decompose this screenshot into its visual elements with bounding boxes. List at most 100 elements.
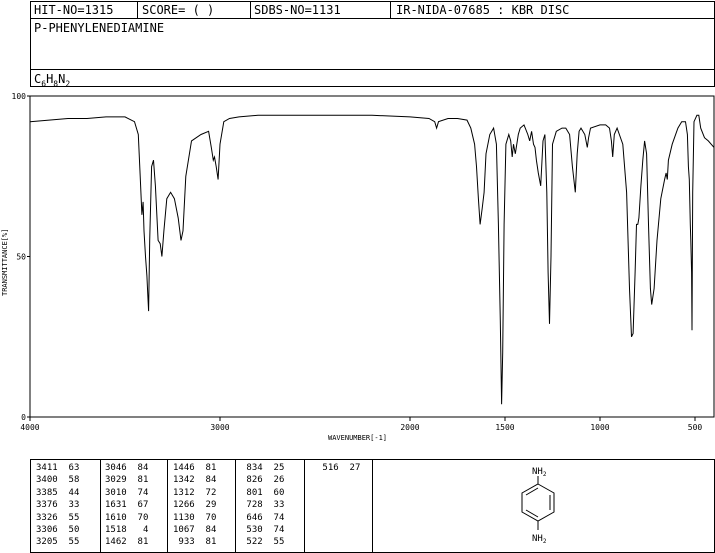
peak-entry: 3306 50 [36, 524, 79, 536]
peak-transmittance: 74 [126, 487, 149, 498]
peak-entry: 1266 29 [173, 499, 216, 511]
table-divider [167, 459, 168, 553]
peak-transmittance: 84 [194, 525, 217, 535]
peak-transmittance: 26 [262, 475, 285, 486]
peak-entry: 530 74 [241, 524, 284, 536]
peak-entry: 826 26 [241, 474, 284, 486]
peak-wavenumber: 933 [173, 537, 195, 548]
peak-transmittance: 63 [57, 463, 80, 473]
peak-wavenumber: 3046 [105, 463, 127, 473]
peak-entry: 801 60 [241, 487, 284, 499]
peak-entry: 3400 58 [36, 474, 79, 486]
peak-transmittance: 27 [338, 463, 361, 473]
peak-wavenumber: 3376 [36, 500, 58, 511]
peak-wavenumber: 3400 [36, 475, 58, 486]
peak-transmittance: 55 [57, 537, 80, 548]
peak-entry: 3385 44 [36, 487, 79, 499]
table-divider [304, 459, 305, 553]
peak-wavenumber: 1631 [105, 500, 127, 511]
peak-transmittance: 33 [262, 500, 285, 511]
peak-transmittance: 74 [262, 525, 285, 535]
peak-wavenumber: 1610 [105, 512, 127, 523]
peak-wavenumber: 1067 [173, 525, 195, 535]
peak-entry: 933 81 [173, 536, 216, 548]
peak-entry: 516 27 [317, 462, 360, 474]
peak-transmittance: 81 [194, 537, 217, 548]
peak-wavenumber: 3010 [105, 487, 127, 498]
peak-entry: 1312 72 [173, 487, 216, 499]
peak-entry: 3411 63 [36, 462, 79, 474]
peak-transmittance: 33 [57, 500, 80, 511]
peak-transmittance: 72 [194, 487, 217, 498]
peak-entry: 1462 81 [105, 536, 148, 548]
x-tick-label: 2000 [400, 423, 419, 432]
peak-wavenumber: 3411 [36, 463, 58, 473]
peak-transmittance: 84 [126, 463, 149, 473]
peak-wavenumber: 834 [241, 463, 263, 473]
table-divider [235, 459, 236, 553]
ir-spectrum-chart: 4000 3000 2000 1500 1000 500 0 50 100 WAVENUMBER… [1, 92, 715, 442]
peak-wavenumber: 530 [241, 525, 263, 535]
peak-transmittance: 58 [57, 475, 80, 486]
peak-wavenumber: 1266 [173, 500, 195, 511]
peak-wavenumber: 1518 [105, 525, 127, 535]
x-tick-label: 500 [688, 423, 703, 432]
peak-entry: 3205 55 [36, 536, 79, 548]
x-tick-label: 1500 [495, 423, 514, 432]
peak-wavenumber: 3205 [36, 537, 58, 548]
table-divider [372, 459, 373, 553]
table-divider [100, 459, 101, 553]
peak-transmittance: 81 [126, 475, 149, 486]
x-tick-label: 4000 [20, 423, 39, 432]
peak-entry: 728 33 [241, 499, 284, 511]
peak-entry: 834 25 [241, 462, 284, 474]
x-tick-label: 1000 [590, 423, 609, 432]
peak-entry: 646 74 [241, 512, 284, 524]
peak-transmittance: 74 [262, 512, 285, 523]
peak-wavenumber: 516 [317, 463, 339, 473]
peak-wavenumber: 801 [241, 487, 263, 498]
y-tick-label: 50 [16, 253, 26, 262]
peak-transmittance: 55 [57, 512, 80, 523]
peak-entry: 1130 70 [173, 512, 216, 524]
peak-wavenumber: 3029 [105, 475, 127, 486]
peak-transmittance: 55 [262, 537, 285, 548]
peak-transmittance: 29 [194, 500, 217, 511]
spectrum-line [29, 114, 715, 405]
peak-transmittance: 81 [194, 463, 217, 473]
peak-entry: 1446 81 [173, 462, 216, 474]
peak-transmittance: 44 [57, 487, 80, 498]
peak-entry: 1342 84 [173, 474, 216, 486]
peak-entry: 1631 67 [105, 499, 148, 511]
y-axis-label: TRANSMITTANCE[%] [1, 229, 9, 296]
peak-transmittance: 4 [126, 525, 149, 535]
peak-transmittance: 70 [126, 512, 149, 523]
peak-entry: 1067 84 [173, 524, 216, 536]
peak-transmittance: 50 [57, 525, 80, 535]
peak-wavenumber: 728 [241, 500, 263, 511]
peak-entry: 3029 81 [105, 474, 148, 486]
peak-wavenumber: 826 [241, 475, 263, 486]
peak-wavenumber: 522 [241, 537, 263, 548]
peak-transmittance: 25 [262, 463, 285, 473]
peak-wavenumber: 1312 [173, 487, 195, 498]
peak-transmittance: 84 [194, 475, 217, 486]
peak-wavenumber: 1462 [105, 537, 127, 548]
peak-wavenumber: 1130 [173, 512, 195, 523]
x-tick-label: 3000 [210, 423, 229, 432]
peak-entry: 3010 74 [105, 487, 148, 499]
peak-wavenumber: 3306 [36, 525, 58, 535]
y-tick-label: 0 [21, 413, 26, 422]
x-axis-label: WAVENUMBER[-1] [328, 434, 387, 442]
peak-entry: 1518 4 [105, 524, 148, 536]
peak-transmittance: 70 [194, 512, 217, 523]
peak-wavenumber: 3326 [36, 512, 58, 523]
peak-transmittance: 81 [126, 537, 149, 548]
peak-wavenumber: 3385 [36, 487, 58, 498]
peak-wavenumber: 646 [241, 512, 263, 523]
peak-wavenumber: 1446 [173, 463, 195, 473]
peak-entry: 3376 33 [36, 499, 79, 511]
peak-entry: 522 55 [241, 536, 284, 548]
peak-entry: 1610 70 [105, 512, 148, 524]
peak-wavenumber: 1342 [173, 475, 195, 486]
